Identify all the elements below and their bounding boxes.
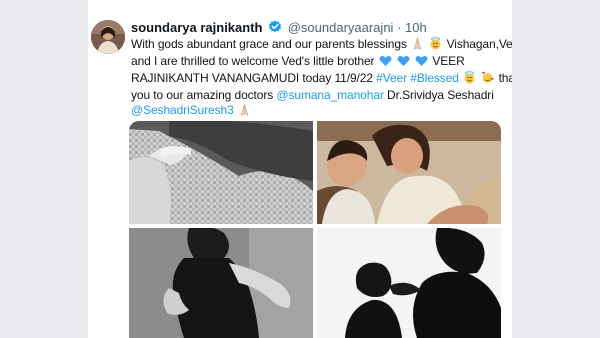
hashtag-veer-link[interactable]: #Veer bbox=[376, 71, 407, 85]
tweet-line-4: you to our amazing doctors @sumana_manoh… bbox=[131, 88, 509, 103]
verified-badge-icon bbox=[268, 20, 282, 34]
tweet-text-segment: VEER bbox=[432, 54, 465, 68]
hashtag-blessed-link[interactable]: #Blessed bbox=[410, 71, 459, 85]
handle[interactable]: @soundaryaarajni bbox=[288, 20, 394, 35]
smiling-halo-emoji bbox=[429, 37, 442, 54]
tweet-line-2: and I are thrilled to welcome Ved's litt… bbox=[131, 54, 509, 71]
folded-hands-emoji bbox=[238, 102, 251, 120]
tweet-line-3: RAJINIKANTH VANANGAMUDI today 11/9/22 #V… bbox=[131, 71, 512, 88]
tweet-line-1: With gods abundant grace and our parents… bbox=[131, 36, 512, 54]
separator: · bbox=[397, 20, 402, 35]
photo-family-color[interactable] bbox=[317, 121, 501, 224]
tweet-text-segment: and I are thrilled to welcome Ved's litt… bbox=[131, 54, 375, 68]
photo-maternity-bw-1[interactable] bbox=[129, 228, 313, 338]
photo-maternity-bw-2[interactable] bbox=[317, 228, 501, 338]
tweet-card: soundarya rajnikanth @soundaryaarajni · … bbox=[88, 0, 512, 338]
media-grid bbox=[129, 121, 501, 338]
timestamp[interactable]: 10h bbox=[405, 20, 427, 35]
tweet-text-segment: thank bbox=[498, 71, 512, 85]
mention-seshadri-link[interactable]: @SeshadriSuresh3 bbox=[131, 103, 234, 117]
mention-sumana-link[interactable]: @sumana_manohar bbox=[276, 88, 384, 102]
folded-hands-emoji bbox=[411, 36, 424, 54]
blue-heart-emoji bbox=[397, 55, 410, 71]
avatar[interactable] bbox=[91, 20, 125, 54]
tweet-text-segment: With gods abundant grace and our parents… bbox=[131, 37, 407, 51]
tweet-line-5: @SeshadriSuresh3 bbox=[131, 102, 509, 120]
blue-heart-emoji bbox=[415, 55, 428, 71]
photo-holding-hand[interactable] bbox=[129, 121, 313, 224]
hearts-face-emoji bbox=[481, 71, 495, 88]
tweet-text-segment: you to our amazing doctors bbox=[131, 88, 274, 102]
tweet-text: With gods abundant grace and our parents… bbox=[131, 36, 512, 120]
tweet-text-segment: Vishagan,Ved bbox=[446, 37, 512, 51]
smiling-halo-emoji bbox=[463, 71, 476, 88]
blue-heart-emoji bbox=[379, 55, 392, 71]
display-name[interactable]: soundarya rajnikanth bbox=[131, 20, 262, 35]
tweet-header: soundarya rajnikanth @soundaryaarajni · … bbox=[131, 20, 427, 36]
tweet-text-segment: Dr.Srividya Seshadri bbox=[387, 88, 494, 102]
tweet-text-segment: RAJINIKANTH VANANGAMUDI today 11/9/22 bbox=[131, 71, 373, 85]
